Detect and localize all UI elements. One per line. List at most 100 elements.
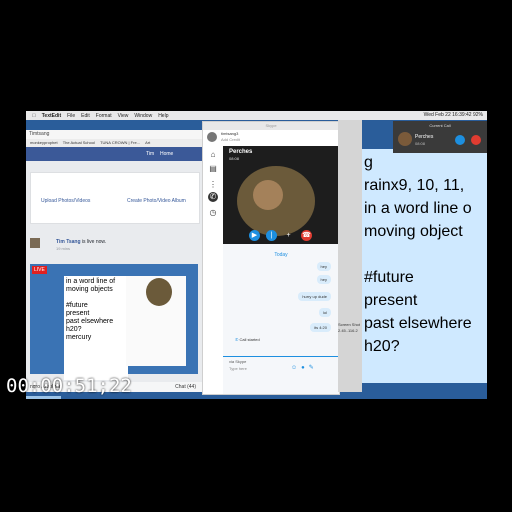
- skype-sidebar: ⌂ ▤ ⋮ ✆ ◷: [203, 146, 223, 394]
- inner-note-line: #future: [66, 302, 88, 309]
- message-input[interactable]: Type here: [229, 366, 247, 371]
- create-album-button[interactable]: Create Photo/Video Album: [127, 198, 186, 204]
- inner-note-line: moving objects: [66, 286, 113, 293]
- inner-call-preview: [126, 276, 186, 366]
- note-line: [364, 243, 472, 266]
- menu-app-name[interactable]: TextEdit: [42, 113, 61, 119]
- chat-message: lol: [318, 308, 331, 317]
- current-call-name: Perches: [415, 134, 434, 140]
- chat-message: its 4:20: [310, 323, 331, 332]
- note-line: in a word line o: [364, 200, 472, 217]
- menu-edit[interactable]: Edit: [81, 113, 90, 119]
- emoji-icon[interactable]: ☺: [291, 365, 301, 371]
- inner-note-line: present: [66, 310, 90, 317]
- chat-button[interactable]: Chat (44): [175, 382, 196, 392]
- menu-format[interactable]: Format: [96, 113, 112, 119]
- composer-card: Upload Photos/Videos Create Photo/Video …: [30, 172, 200, 224]
- input-divider: [223, 356, 339, 357]
- note-line: #future: [364, 269, 414, 286]
- timecode: 00:00:51;22: [6, 375, 132, 397]
- inner-note-line: mercury: [66, 334, 92, 341]
- bookmark-item[interactable]: monkeyprophet: [30, 140, 58, 145]
- chat-message: hey: [316, 262, 331, 271]
- call-contact-name: Perches: [229, 149, 253, 155]
- call-started-notice: ✆ Call started: [235, 337, 260, 342]
- side-text: Screen Shot: [338, 322, 361, 327]
- post-author[interactable]: Tim Tsang: [56, 239, 81, 245]
- dialpad-icon[interactable]: ⋮: [208, 180, 218, 190]
- live-video[interactable]: LIVE in a word line of moving objects #f…: [30, 264, 198, 380]
- bookmarks-bar: monkeyprophet The Actual School TUNA CRO…: [26, 139, 202, 147]
- attach-icon[interactable]: ✎: [309, 365, 318, 371]
- finder-strip: Screen Shot 2.45..116.2: [338, 120, 362, 392]
- facebook-window: Timtsang monkeyprophet The Actual School…: [26, 130, 202, 392]
- hangup-button[interactable]: ☎: [301, 230, 312, 241]
- inner-note-line: [66, 294, 126, 302]
- mute-button[interactable]: |: [266, 230, 277, 241]
- post-header: Tim Tsang is live now.: [56, 239, 106, 245]
- profile-status[interactable]: Add Credit: [221, 137, 240, 142]
- apple-icon[interactable]: : [32, 113, 36, 119]
- window-title: Skype: [203, 122, 339, 130]
- inner-note: in a word line of moving objects #future…: [64, 276, 128, 380]
- note-line: g: [364, 154, 373, 171]
- contacts-icon[interactable]: ▤: [208, 164, 218, 174]
- video-toggle-button[interactable]: ▶: [249, 230, 260, 241]
- phone-icon: ✆: [235, 337, 239, 342]
- bookmark-item[interactable]: The Actual School: [63, 140, 95, 145]
- current-call-header: Current Call: [429, 123, 451, 128]
- address-bar[interactable]: Timtsang: [26, 130, 202, 139]
- call-started-text: Call started: [239, 337, 260, 342]
- bookmark-item[interactable]: TUNA CROWN | Fre...: [100, 140, 140, 145]
- note-text: g rainx9, 10, 11, in a word line o movin…: [364, 151, 472, 358]
- post-status: is live now.: [81, 239, 107, 245]
- location-icon[interactable]: ●: [301, 365, 309, 371]
- chat-message: hurry up dude: [298, 292, 331, 301]
- avatar: [398, 132, 412, 146]
- call-panel: Perches 08:08 ▶ | + ☎: [223, 146, 339, 244]
- mute-icon[interactable]: [455, 135, 465, 145]
- nav-home[interactable]: Home: [160, 151, 173, 157]
- add-button[interactable]: +: [283, 230, 294, 241]
- note-line: past elsewhere: [364, 315, 472, 332]
- live-badge: LIVE: [32, 266, 47, 274]
- chat-area: Today hey hey hurry up dude lol its 4:20…: [223, 244, 339, 394]
- menu-window[interactable]: Window: [134, 113, 152, 119]
- inner-note-line: past elsewhere: [66, 318, 114, 325]
- typed-preview: via Skype: [229, 359, 247, 364]
- upload-photos-button[interactable]: Upload Photos/Videos: [41, 198, 90, 204]
- menu-bar:  TextEdit File Edit Format View Window …: [26, 111, 487, 120]
- self-video: [253, 180, 283, 210]
- chat-tools: ☺●✎: [291, 364, 318, 371]
- current-call-time: 08:08: [415, 141, 426, 146]
- note-line: moving object: [364, 223, 463, 240]
- note-line: present: [364, 292, 418, 309]
- avatar[interactable]: [207, 132, 217, 142]
- menu-help[interactable]: Help: [158, 113, 168, 119]
- home-icon[interactable]: ⌂: [208, 150, 218, 160]
- menu-view[interactable]: View: [118, 113, 129, 119]
- avatar[interactable]: [30, 238, 40, 248]
- bookmark-item[interactable]: Art: [145, 140, 150, 145]
- menu-status: Wed Feb 22 16:39:42 92%: [423, 112, 483, 118]
- skype-window: Skype timtsang3 Add Credit ⌂ ▤ ⋮ ✆ ◷ Per…: [202, 121, 340, 395]
- textedit-note[interactable]: g rainx9, 10, 11, in a word line o movin…: [362, 149, 487, 383]
- side-text: 2.45..116.2: [338, 328, 358, 333]
- inner-note-line: in a word line of: [66, 278, 116, 285]
- post-time: 19 mins: [56, 246, 71, 251]
- history-icon[interactable]: ◷: [208, 208, 218, 218]
- date-divider: Today: [274, 252, 288, 258]
- call-icon[interactable]: ✆: [208, 192, 218, 202]
- nav-user[interactable]: Tim: [146, 151, 154, 157]
- menu-file[interactable]: File: [67, 113, 75, 119]
- chat-message: hey: [316, 275, 331, 284]
- profile-name[interactable]: timtsang3: [221, 131, 238, 136]
- note-line: rainx9, 10, 11,: [364, 177, 465, 194]
- current-call-panel: Current Call Perches 08:08: [393, 121, 487, 153]
- note-line: h20?: [364, 338, 400, 355]
- call-duration: 08:08: [229, 156, 240, 161]
- skype-profile-header: timtsang3 Add Credit: [203, 130, 339, 146]
- facebook-header: Tim Home: [26, 147, 202, 161]
- hangup-icon[interactable]: [471, 135, 481, 145]
- inner-call-video: [146, 278, 172, 306]
